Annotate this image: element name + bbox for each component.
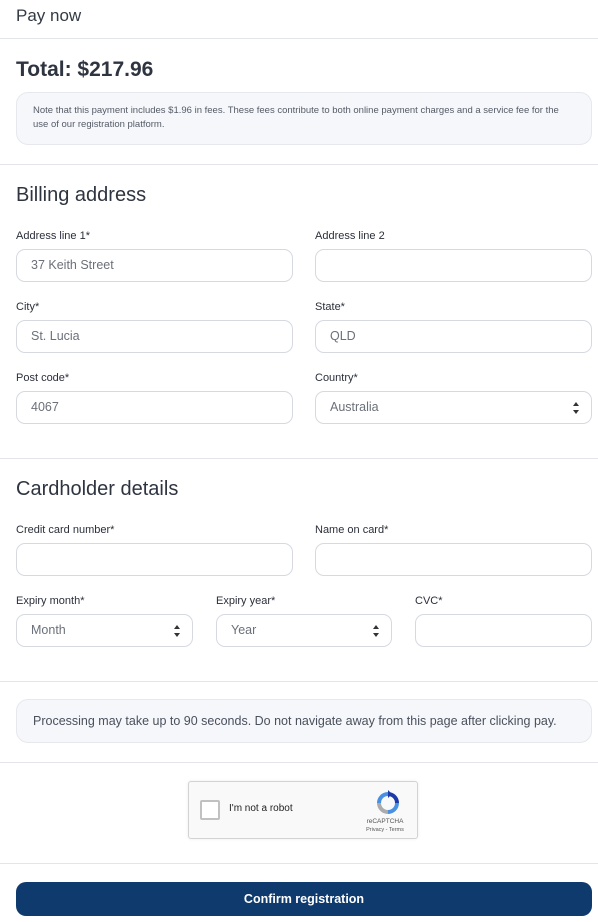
cvc-field[interactable] [415, 614, 592, 647]
expiry-year-select[interactable]: Year [216, 614, 392, 647]
name-on-card-label: Name on card* [315, 524, 389, 536]
divider [0, 681, 598, 682]
recaptcha-logo-icon [377, 790, 399, 814]
state-label: State* [315, 301, 345, 313]
state-field[interactable]: QLD [315, 320, 592, 353]
recaptcha-widget: I'm not a robot reCAPTCHA Privacy - Term… [188, 781, 418, 839]
total-amount: Total: $217.96 [16, 58, 154, 81]
recaptcha-checkbox[interactable] [200, 800, 220, 820]
country-value: Australia [330, 400, 379, 414]
divider [0, 762, 598, 763]
select-caret-icon [173, 625, 180, 637]
card-number-label: Credit card number* [16, 524, 115, 536]
expiry-year-label: Expiry year* [216, 595, 276, 607]
cardholder-section-title: Cardholder details [16, 478, 179, 500]
divider [0, 164, 598, 165]
recaptcha-links[interactable]: Privacy - Terms [355, 827, 415, 833]
postcode-label: Post code* [16, 372, 70, 384]
billing-section-title: Billing address [16, 184, 147, 206]
divider [0, 38, 598, 39]
address1-label: Address line 1* [16, 230, 90, 242]
divider [0, 863, 598, 864]
country-label: Country* [315, 372, 358, 384]
card-number-field[interactable] [16, 543, 293, 576]
address1-field[interactable]: 37 Keith Street [16, 249, 293, 282]
expiry-month-value: Month [31, 623, 66, 637]
city-label: City* [16, 301, 40, 313]
address2-label: Address line 2 [315, 230, 385, 242]
fee-note: Note that this payment includes $1.96 in… [16, 92, 592, 145]
expiry-month-label: Expiry month* [16, 595, 85, 607]
divider [0, 458, 598, 459]
recaptcha-label: I'm not a robot [229, 803, 293, 814]
name-on-card-field[interactable] [315, 543, 592, 576]
expiry-year-value: Year [231, 623, 257, 637]
city-field[interactable]: St. Lucia [16, 320, 293, 353]
postcode-field[interactable]: 4067 [16, 391, 293, 424]
recaptcha-brand: reCAPTCHA [366, 818, 404, 825]
processing-note: Processing may take up to 90 seconds. Do… [16, 699, 592, 743]
address2-field[interactable] [315, 249, 592, 282]
page-title: Pay now [16, 6, 82, 25]
select-caret-icon [572, 402, 579, 414]
cvc-label: CVC* [415, 595, 443, 607]
confirm-registration-button[interactable]: Confirm registration [16, 882, 592, 916]
country-select[interactable]: Australia [315, 391, 592, 424]
expiry-month-select[interactable]: Month [16, 614, 193, 647]
select-caret-icon [372, 625, 379, 637]
